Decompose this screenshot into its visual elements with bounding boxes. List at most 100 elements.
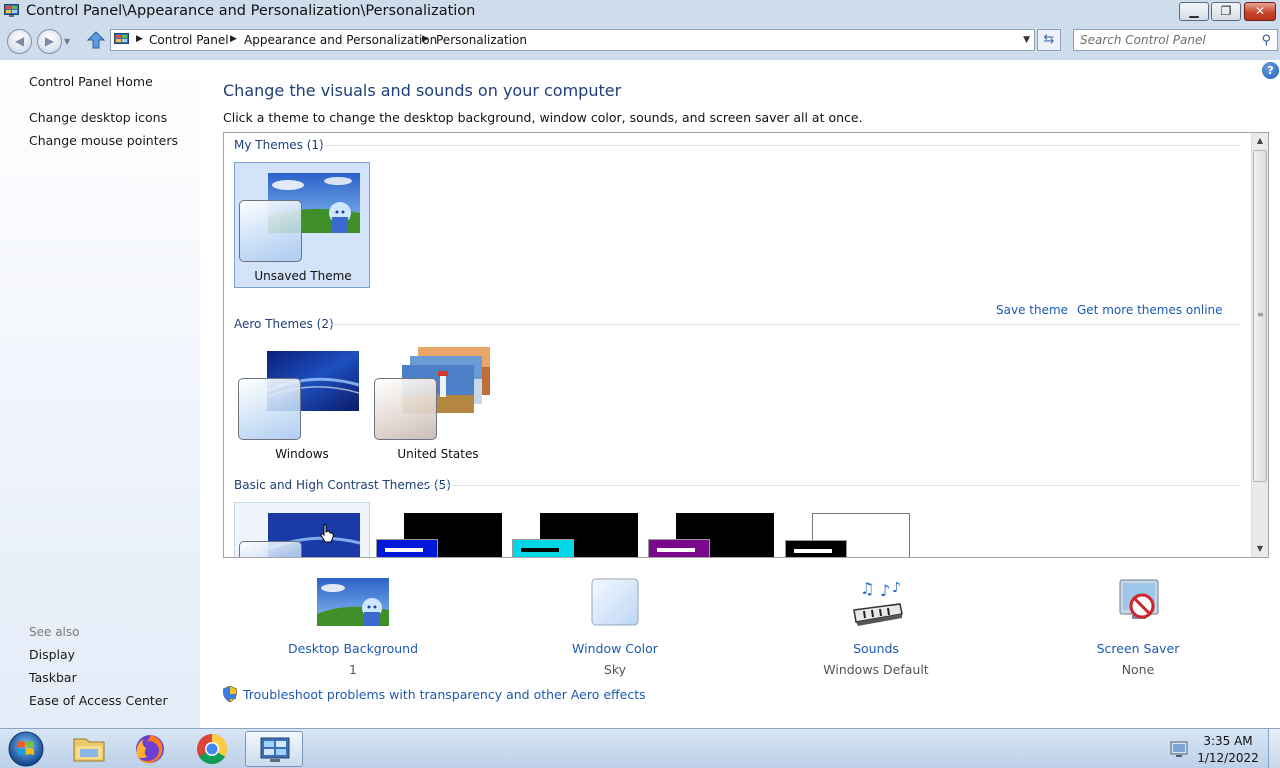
breadcrumb-control-panel[interactable]: Control Panel xyxy=(149,33,229,47)
search-input[interactable] xyxy=(1080,32,1250,48)
troubleshoot-label[interactable]: Troubleshoot problems with transparency … xyxy=(243,687,646,702)
shield-icon xyxy=(223,686,237,702)
refresh-button[interactable]: ⇆ xyxy=(1037,29,1061,51)
search-box[interactable]: ⚲ xyxy=(1073,29,1278,51)
breadcrumb-personalization[interactable]: Personalization xyxy=(436,33,527,47)
clock-date: 1/12/2022 xyxy=(1197,751,1259,765)
theme-windows[interactable]: Windows xyxy=(234,341,370,467)
back-arrow-icon: ◀ xyxy=(14,34,25,48)
group-divider xyxy=(328,324,1240,325)
theme-label: Unsaved Theme xyxy=(254,269,352,283)
screen-saver-setting[interactable]: Screen Saver None xyxy=(1058,578,1218,677)
see-also-label: See also xyxy=(29,625,80,639)
address-bar[interactable]: ▶ Control Panel ▶ Appearance and Persona… xyxy=(110,29,1035,51)
theme-list-scrollbar[interactable]: ▲ ≡ ▼ xyxy=(1251,133,1268,557)
task-pane: Control Panel Home Change desktop icons … xyxy=(0,60,200,728)
back-button[interactable]: ◀ xyxy=(7,29,32,54)
theme-high-contrast-white[interactable] xyxy=(785,513,910,557)
control-panel-icon xyxy=(4,4,19,17)
theme-window-color-preview xyxy=(374,378,437,440)
navigation-bar: ◀ ▶ ▼ ▶ Control Panel ▶ Appearance and P… xyxy=(0,24,1280,60)
control-panel-home-link[interactable]: Control Panel Home xyxy=(29,74,153,89)
svg-text:♪: ♪ xyxy=(892,580,901,596)
taskbar-link[interactable]: Taskbar xyxy=(29,670,77,685)
scroll-up-icon[interactable]: ▲ xyxy=(1252,133,1268,149)
search-icon[interactable]: ⚲ xyxy=(1261,33,1271,48)
theme-united-states[interactable]: United States xyxy=(370,341,506,467)
window-color-value: Sky xyxy=(603,662,627,677)
theme-high-contrast-1[interactable] xyxy=(376,513,502,557)
aero-themes-header: Aero Themes (2) xyxy=(234,317,334,331)
mouse-cursor-icon xyxy=(320,524,334,543)
change-mouse-pointers-link[interactable]: Change mouse pointers xyxy=(29,133,178,148)
theme-window-color-preview xyxy=(512,539,574,557)
window-color-label[interactable]: Window Color xyxy=(535,641,695,656)
theme-window-color-preview xyxy=(648,539,710,557)
desktop-background-icon xyxy=(317,578,389,626)
show-desktop-button[interactable] xyxy=(1268,729,1280,768)
forward-button[interactable]: ▶ xyxy=(37,29,62,54)
desktop-background-setting[interactable]: Desktop Background 1 xyxy=(273,578,433,677)
taskbar-firefox[interactable] xyxy=(121,731,179,767)
taskbar: 3:35 AM 1/12/2022 xyxy=(0,728,1280,768)
theme-unsaved[interactable]: Unsaved Theme xyxy=(234,162,370,288)
taskbar-control-panel[interactable] xyxy=(245,731,303,767)
theme-high-contrast-black[interactable] xyxy=(648,513,774,557)
restore-icon: ❐ xyxy=(1220,4,1232,18)
desktop-background-label[interactable]: Desktop Background xyxy=(273,641,433,656)
ease-of-access-link[interactable]: Ease of Access Center xyxy=(29,693,168,708)
display-link[interactable]: Display xyxy=(29,647,75,662)
svg-text:♫: ♫ xyxy=(860,579,874,598)
clock-time: 3:35 AM xyxy=(1203,734,1253,748)
chrome-icon xyxy=(197,734,228,765)
page-title: Change the visuals and sounds on your co… xyxy=(223,81,622,100)
theme-window-color-preview xyxy=(238,378,301,440)
recent-pages-dropdown-icon[interactable]: ▼ xyxy=(64,37,70,46)
sounds-label[interactable]: Sounds xyxy=(796,641,956,656)
breadcrumb-separator-icon[interactable]: ▶ xyxy=(422,34,429,44)
desktop-background-value: 1 xyxy=(349,662,357,677)
change-desktop-icons-link[interactable]: Change desktop icons xyxy=(29,110,167,125)
screen-saver-icon xyxy=(1119,579,1159,619)
theme-label: Windows xyxy=(275,447,329,461)
save-theme-link[interactable]: Save theme xyxy=(996,303,1068,317)
window-color-icon xyxy=(591,578,639,626)
address-dropdown-icon[interactable]: ▼ xyxy=(1023,35,1030,45)
restore-button[interactable]: ❐ xyxy=(1211,2,1241,21)
theme-windows-basic[interactable] xyxy=(234,502,370,557)
start-button[interactable] xyxy=(5,730,47,768)
group-divider xyxy=(322,145,1240,146)
troubleshoot-link[interactable]: Troubleshoot problems with transparency … xyxy=(223,686,646,702)
up-arrow-icon[interactable] xyxy=(86,30,106,50)
screen-saver-label[interactable]: Screen Saver xyxy=(1058,641,1218,656)
scroll-down-icon[interactable]: ▼ xyxy=(1252,541,1268,557)
page-description: Click a theme to change the desktop back… xyxy=(223,110,863,125)
screen-saver-value: None xyxy=(1121,662,1155,677)
breadcrumb-appearance[interactable]: Appearance and Personalization xyxy=(244,33,437,47)
control-panel-icon xyxy=(260,737,290,762)
window-title: Control Panel\Appearance and Personaliza… xyxy=(26,3,476,19)
scrollbar-thumb[interactable]: ≡ xyxy=(1253,150,1267,482)
help-icon[interactable]: ? xyxy=(1262,62,1279,79)
system-clock[interactable]: 3:35 AM 1/12/2022 xyxy=(1192,733,1264,767)
taskbar-chrome[interactable] xyxy=(183,731,241,767)
get-more-themes-link[interactable]: Get more themes online xyxy=(1077,303,1223,317)
theme-high-contrast-2[interactable] xyxy=(512,513,638,557)
group-divider xyxy=(422,485,1240,486)
minimize-button[interactable]: ▁ xyxy=(1179,2,1209,21)
svg-text:♪: ♪ xyxy=(880,581,890,600)
close-button[interactable]: ✕ xyxy=(1244,2,1276,21)
action-center-icon[interactable] xyxy=(1170,739,1188,759)
breadcrumb-separator-icon[interactable]: ▶ xyxy=(230,34,237,44)
forward-arrow-icon: ▶ xyxy=(44,34,55,48)
breadcrumb-separator-icon[interactable]: ▶ xyxy=(136,34,143,44)
sounds-setting[interactable]: ♫ ♪ ♪ Sounds Windows Default xyxy=(796,578,956,677)
main-content: ? Change the visuals and sounds on your … xyxy=(200,60,1280,728)
control-panel-icon xyxy=(114,33,129,44)
title-bar: Control Panel\Appearance and Personaliza… xyxy=(0,0,1280,24)
taskbar-explorer[interactable] xyxy=(60,731,118,767)
folder-icon xyxy=(73,738,105,762)
window-color-setting[interactable]: Window Color Sky xyxy=(535,578,695,677)
theme-list[interactable]: My Themes (1) Unsaved Theme Save theme G… xyxy=(223,132,1269,558)
theme-window-color-preview xyxy=(376,539,438,557)
